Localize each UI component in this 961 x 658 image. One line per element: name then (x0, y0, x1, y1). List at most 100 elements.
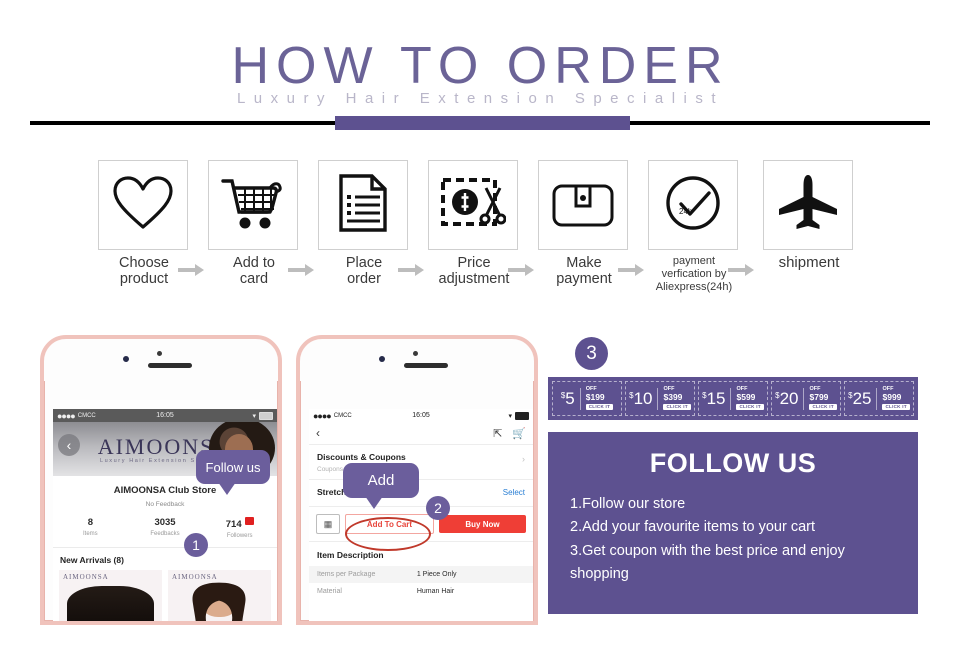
step-label: payment verfication by Aliexpress(24h) (648, 255, 740, 294)
description-value: Human Hair (416, 588, 455, 595)
follow-us-step: shopping (570, 566, 629, 583)
coupon-card[interactable]: $10 OFF $399 CLICK IT (625, 381, 695, 416)
coupon-cta-button[interactable]: CLICK IT (809, 403, 837, 411)
step-label: Place order (318, 255, 410, 287)
store-name: AIMOONSA Club Store (113, 485, 217, 496)
svg-text:24h: 24h (679, 207, 692, 216)
step-badge-2: 2 (426, 496, 450, 520)
step-label: Make payment (538, 255, 630, 287)
coupon-cta-button[interactable]: CLICK IT (736, 403, 764, 411)
coupon-min-spend: $199 (585, 392, 605, 403)
row-title: Discounts & Coupons (317, 452, 406, 462)
add-to-cart-highlight-circle (345, 517, 431, 551)
coupon-cta-button[interactable]: CLICK IT (585, 403, 614, 411)
buy-now-button[interactable]: Buy Now (439, 515, 526, 533)
step-label-line2: verfication by (661, 267, 727, 280)
coupon-details: OFF $199 CLICK IT (585, 386, 614, 411)
step-icon-box (98, 160, 188, 250)
coupon-details: OFF $999 CLICK IT (882, 386, 910, 411)
stat-items[interactable]: 8 Items (53, 517, 128, 539)
step-label: Choose product (98, 255, 190, 287)
step-make-payment: Make payment (538, 160, 630, 287)
coupon-amount: $25 (848, 390, 871, 407)
how-to-order-infographic: HOW TO ORDER Luxury Hair Extension Speci… (0, 0, 961, 658)
follow-us-step: 2.Add your favourite items to your cart (570, 519, 815, 536)
step-arrow-icon (288, 263, 314, 276)
phone-bezel-top (300, 339, 534, 381)
coupon-cta-button[interactable]: CLICK IT (882, 403, 910, 411)
hair-overlay (184, 581, 254, 621)
step-icon-box (318, 160, 408, 250)
store-feedback: No Feedback (145, 501, 185, 508)
coupon-min-spend: $999 (882, 392, 902, 403)
shopping-cart-icon (221, 175, 285, 236)
step-label-line1: Choose (119, 255, 169, 271)
chevron-right-icon: › (522, 454, 525, 464)
select-link[interactable]: Select (503, 488, 525, 497)
status-time: 16:05 (412, 412, 430, 419)
coupon-amount: $5 (561, 390, 575, 407)
coupon-value: 20 (779, 389, 799, 408)
page-title: HOW TO ORDER (231, 37, 730, 95)
coupon-card[interactable]: $20 OFF $799 CLICK IT (771, 381, 841, 416)
follow-us-step: 3.Get coupon with the best price and enj… (570, 542, 845, 559)
description-key: Material (317, 588, 342, 595)
step-label-line1: Place (345, 255, 383, 271)
step-icon-box (208, 160, 298, 250)
share-icon[interactable]: ⇱ (493, 427, 502, 440)
step-label-line1: shipment (778, 254, 840, 271)
step-arrow-icon (398, 263, 424, 276)
followers-badge-icon (244, 517, 254, 525)
coupon-min-spend: $799 (809, 392, 829, 403)
coupon-min-spend: $599 (736, 392, 756, 403)
description-row: Material Human Hair (309, 583, 533, 600)
status-bar: ●●●● CMCC 16:05 ▾ (53, 409, 277, 422)
product-thumbnail[interactable]: AIMOONSA (59, 570, 162, 621)
coupon-cta-button[interactable]: CLICK IT (663, 403, 691, 411)
step-label-line2: order (347, 271, 381, 288)
coupon-value: 15 (706, 389, 726, 408)
coupon-card[interactable]: $5 OFF $199 CLICK IT (552, 381, 622, 416)
step-price-adjustment: Price adjustment (428, 160, 520, 287)
stat-followers[interactable]: 714 Followers (202, 517, 277, 539)
coupon-card[interactable]: $25 OFF $999 CLICK IT (844, 381, 914, 416)
step-label: Add to card (208, 255, 300, 287)
description-value: 1 Piece Only (416, 571, 457, 578)
step-place-order: Place order (318, 160, 410, 287)
chevron-left-icon[interactable]: ‹ (316, 426, 320, 440)
order-steps: Choose product Add to card Place order P… (0, 160, 961, 295)
step-label-line1: Price (457, 255, 491, 271)
step-label-line3: Aliexpress(24h) (655, 280, 733, 293)
store-stats: 8 Items 3035 Feedbacks 714 Followers (53, 517, 277, 548)
airplane-icon (776, 173, 840, 238)
coupon-details: OFF $799 CLICK IT (809, 386, 837, 411)
step-label-line1: payment (672, 255, 716, 267)
coupon-amount: $20 (775, 390, 798, 407)
stat-number: 714 (225, 519, 242, 530)
earpiece-speaker (404, 363, 448, 368)
sensor-icon (413, 351, 418, 356)
hair-product-image (67, 585, 154, 621)
cart-icon[interactable]: 🛒 (512, 427, 526, 440)
coupon-card[interactable]: $15 OFF $599 CLICK IT (698, 381, 768, 416)
product-thumbnail[interactable]: AIMOONSA (168, 570, 271, 621)
step-arrow-icon (178, 263, 204, 276)
coupon-bar: $5 OFF $199 CLICK IT $10 OFF $399 CLICK … (548, 377, 918, 420)
store-icon[interactable]: ▦ (316, 514, 340, 534)
coupon-divider (803, 387, 805, 410)
status-time: 16:05 (156, 412, 174, 419)
step-arrow-icon (618, 263, 644, 276)
phone-screen: ●●●● CMCC 16:05 ▾ ‹ AIMOONSA Luxury Hair… (53, 409, 277, 621)
coupon-divider (657, 387, 659, 410)
front-camera-icon (123, 356, 129, 362)
coupon-value: 10 (633, 389, 653, 408)
step-shipment: shipment (763, 160, 855, 272)
follow-us-callout: Follow us (196, 450, 270, 495)
earpiece-speaker (148, 363, 192, 368)
product-nav-bar: ‹ ⇱ 🛒 (309, 422, 533, 445)
stat-value: 3035 (154, 517, 176, 528)
stat-label: Items (83, 531, 98, 537)
follow-us-step: 1.Follow our store (570, 496, 686, 512)
page-subtitle: Luxury Hair Extension Specialist (236, 90, 725, 107)
new-arrivals-heading: New Arrivals (8) (60, 555, 124, 565)
